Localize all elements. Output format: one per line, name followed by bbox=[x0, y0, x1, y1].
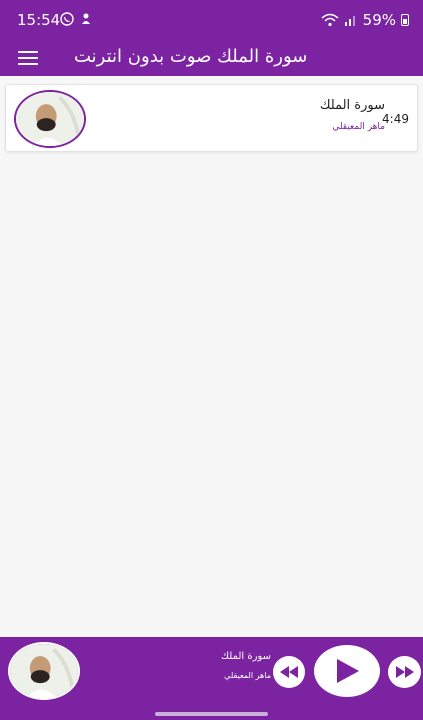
status-time: 15:54 bbox=[17, 11, 61, 29]
track-title: سورة الملك bbox=[319, 98, 385, 113]
play-icon bbox=[337, 659, 359, 683]
wifi-icon bbox=[321, 13, 339, 27]
player-artist: ماهر المعيقلي bbox=[224, 671, 271, 680]
track-list-item[interactable]: سورة الملك 4:49 ماهر المعيقلي bbox=[5, 84, 418, 152]
fast-forward-icon bbox=[395, 666, 414, 678]
notification-icon bbox=[82, 13, 90, 24]
track-artist: ماهر المعيقلي bbox=[332, 122, 385, 132]
status-bar: 15:54 59% bbox=[0, 0, 423, 40]
app-title: سورة الملك صوت بدون انترنت bbox=[74, 46, 308, 67]
track-duration: 4:49 bbox=[382, 112, 409, 126]
app-bar: سورة الملك صوت بدون انترنت bbox=[0, 40, 423, 76]
signal-icon bbox=[344, 16, 355, 26]
bottom-player: سورة الملك ماهر المعيقلي bbox=[0, 637, 423, 720]
fast-forward-button[interactable] bbox=[388, 656, 421, 688]
system-nav-handle[interactable] bbox=[155, 712, 268, 716]
hamburger-menu-icon[interactable] bbox=[18, 51, 38, 65]
player-title: سورة الملك bbox=[220, 651, 271, 662]
reciter-avatar bbox=[14, 90, 86, 148]
battery-percent: 59% bbox=[362, 11, 396, 29]
player-avatar bbox=[8, 642, 80, 700]
rewind-button[interactable] bbox=[273, 656, 305, 688]
battery-icon bbox=[401, 14, 409, 26]
rewind-icon bbox=[280, 666, 298, 678]
play-button[interactable] bbox=[314, 645, 380, 697]
whatsapp-icon bbox=[60, 12, 74, 26]
